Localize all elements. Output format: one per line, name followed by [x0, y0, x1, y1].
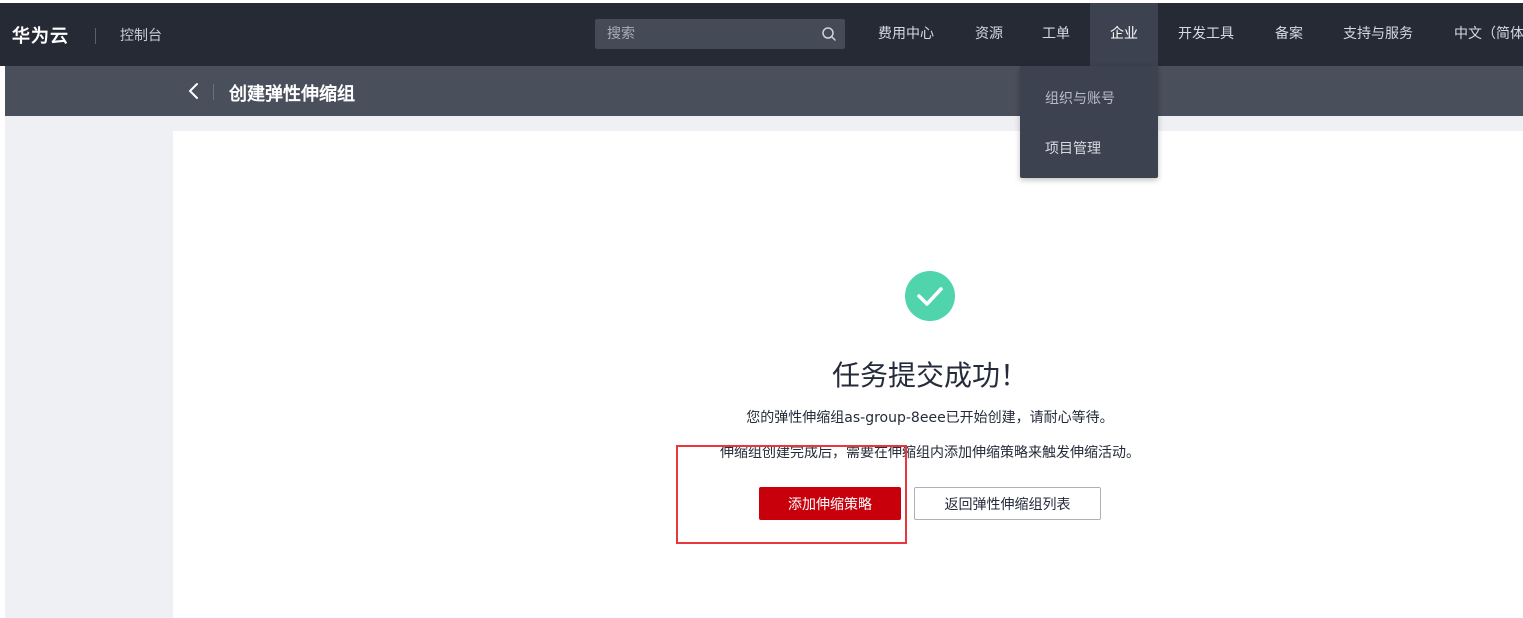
- nav-tickets[interactable]: 工单: [1027, 3, 1085, 66]
- nav-dev-tools[interactable]: 开发工具: [1165, 3, 1247, 66]
- logo-divider: [95, 28, 96, 44]
- header-divider: [213, 84, 214, 100]
- add-scaling-policy-button[interactable]: 添加伸缩策略: [759, 487, 901, 520]
- dropdown-item-project-management[interactable]: 项目管理: [1045, 138, 1101, 158]
- success-hint: 伸缩组创建完成后，需要在伸缩组内添加伸缩策略来触发伸缩活动。: [720, 445, 1140, 461]
- search-input[interactable]: [595, 19, 815, 49]
- search-box: [595, 19, 845, 49]
- search-icon[interactable]: [821, 26, 837, 42]
- page-title: 创建弹性伸缩组: [229, 84, 355, 105]
- nav-language[interactable]: 中文（简体: [1440, 3, 1523, 66]
- console-link[interactable]: 控制台: [120, 25, 162, 45]
- check-circle-icon: [905, 271, 955, 321]
- nav-billing-center[interactable]: 费用中心: [862, 3, 950, 66]
- chevron-left-icon[interactable]: [185, 81, 203, 101]
- nav-enterprise[interactable]: 企业: [1090, 3, 1158, 66]
- top-navigation-bar: 华为云 控制台 费用中心 资源 工单 企业 开发工具 备案 支持与服务 中文（简…: [0, 3, 1523, 66]
- page-header-bar: 创建弹性伸缩组: [5, 66, 1523, 116]
- nav-resources[interactable]: 资源: [960, 3, 1018, 66]
- dropdown-item-organization[interactable]: 组织与账号: [1045, 88, 1115, 108]
- success-title: 任务提交成功！: [831, 359, 1028, 392]
- success-description: 您的弹性伸缩组as-group-8eee已开始创建，请耐心等待。: [746, 410, 1114, 426]
- back-to-group-list-button[interactable]: 返回弹性伸缩组列表: [914, 487, 1101, 520]
- nav-support-services[interactable]: 支持与服务: [1330, 3, 1426, 66]
- nav-filing[interactable]: 备案: [1258, 3, 1320, 66]
- huawei-cloud-logo[interactable]: 华为云: [12, 22, 69, 48]
- enterprise-dropdown-menu: 组织与账号 项目管理: [1020, 66, 1158, 178]
